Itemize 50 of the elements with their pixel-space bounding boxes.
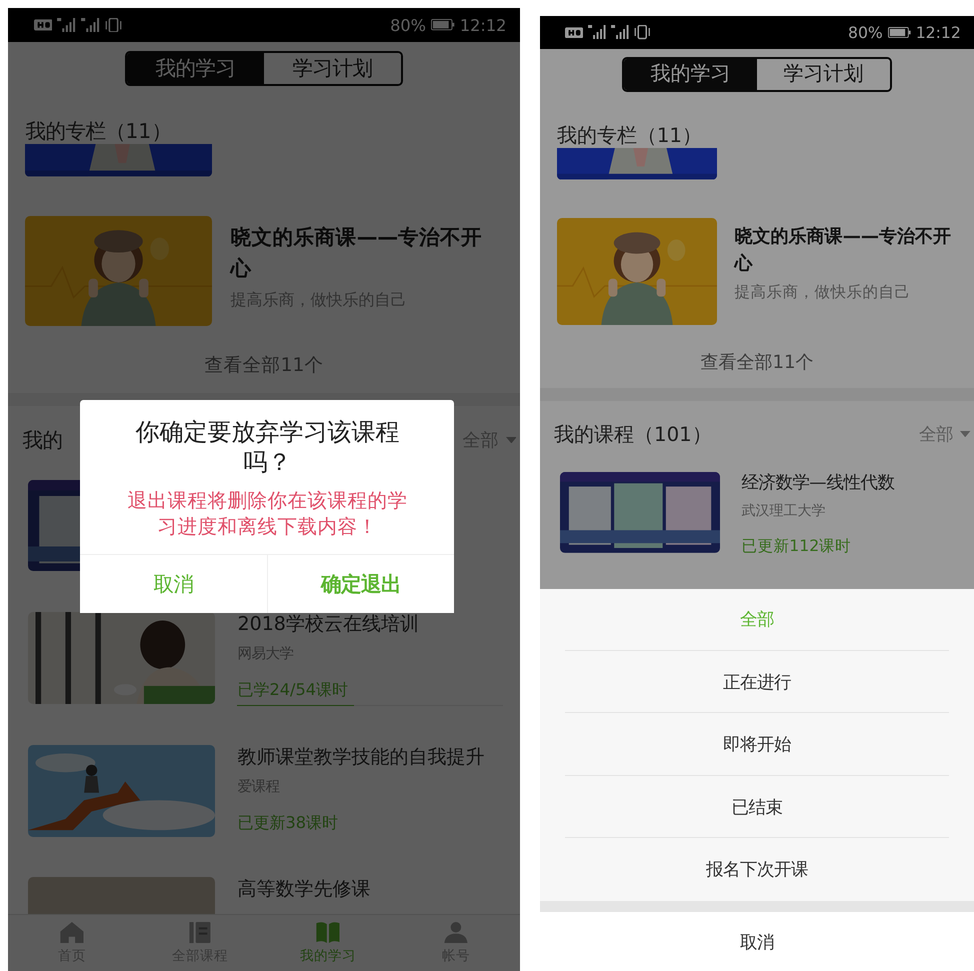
caret-icon: [960, 431, 971, 438]
column-subtitle: 提高乐商，做快乐的自己: [734, 282, 912, 304]
dialog-title: 你确定要放弃学习该课程吗？: [134, 416, 400, 478]
book-icon: [315, 921, 341, 944]
list-icon: [187, 921, 213, 944]
person-icon: [443, 921, 469, 944]
course-progress-text: 已更新112课时: [741, 536, 852, 557]
section-heading: 我的专栏（11）: [556, 122, 703, 148]
course-title[interactable]: 2018学校云在线培训: [237, 612, 503, 637]
battery-percentage: 80%: [390, 16, 426, 34]
filter-option[interactable]: 已结束: [564, 776, 950, 838]
tab-bar-item[interactable]: 我的学习: [264, 914, 392, 971]
battery-icon: [888, 27, 911, 38]
segment-tab[interactable]: 我的学习: [624, 59, 757, 90]
clock-time: 12:12: [460, 16, 506, 34]
filter-option[interactable]: 全部: [564, 588, 950, 652]
battery-percentage: 80%: [848, 23, 883, 42]
clock-time: 12:12: [916, 23, 961, 42]
course-provider: 武汉理工大学: [741, 502, 826, 520]
course-progress-text: 已学24/54课时: [237, 679, 349, 702]
section-heading: 我的: [22, 427, 62, 454]
filter-option[interactable]: 即将开始: [564, 713, 950, 776]
signal-icon: [588, 25, 606, 40]
filter-option[interactable]: 报名下次开课: [564, 838, 950, 901]
vibrate-icon: [634, 25, 650, 40]
cancel-button[interactable]: 取消: [540, 912, 974, 971]
course-title[interactable]: 经济数学—线性代数: [741, 472, 958, 495]
course-title[interactable]: 高等数学先修课: [237, 877, 503, 902]
signal-icon: [610, 25, 630, 40]
segment-tab[interactable]: 我的学习: [127, 52, 264, 84]
see-all-link[interactable]: 查看全部11个: [700, 350, 814, 374]
home-icon: [59, 921, 85, 944]
hd-icon: [34, 19, 52, 31]
filter-dropdown[interactable]: 全部: [919, 422, 974, 446]
filter-option[interactable]: 正在进行: [564, 651, 950, 714]
battery-icon: [430, 19, 456, 31]
section-heading: 我的课程（101）: [554, 422, 712, 448]
course-title[interactable]: 教师课堂教学技能的自我提升: [237, 744, 503, 770]
see-all-link[interactable]: 查看全部11个: [204, 352, 324, 378]
caret-icon: [506, 436, 516, 444]
cancel-button[interactable]: 取消: [80, 555, 268, 613]
signal-icon: [57, 18, 76, 32]
column-title[interactable]: 晓文的乐商课——专治不开心: [230, 216, 503, 284]
signal-icon: [81, 18, 100, 32]
course-progress-text: 已更新38课时: [237, 812, 340, 834]
dialog-warning: 退出课程将删除你在该课程的学习进度和离线下载内容！: [126, 488, 408, 540]
vibrate-icon: [104, 18, 122, 32]
section-heading: 我的专栏（11）: [25, 118, 172, 144]
hd-icon: [564, 26, 583, 38]
column-title[interactable]: 晓文的乐商课——专治不开心: [734, 218, 958, 278]
